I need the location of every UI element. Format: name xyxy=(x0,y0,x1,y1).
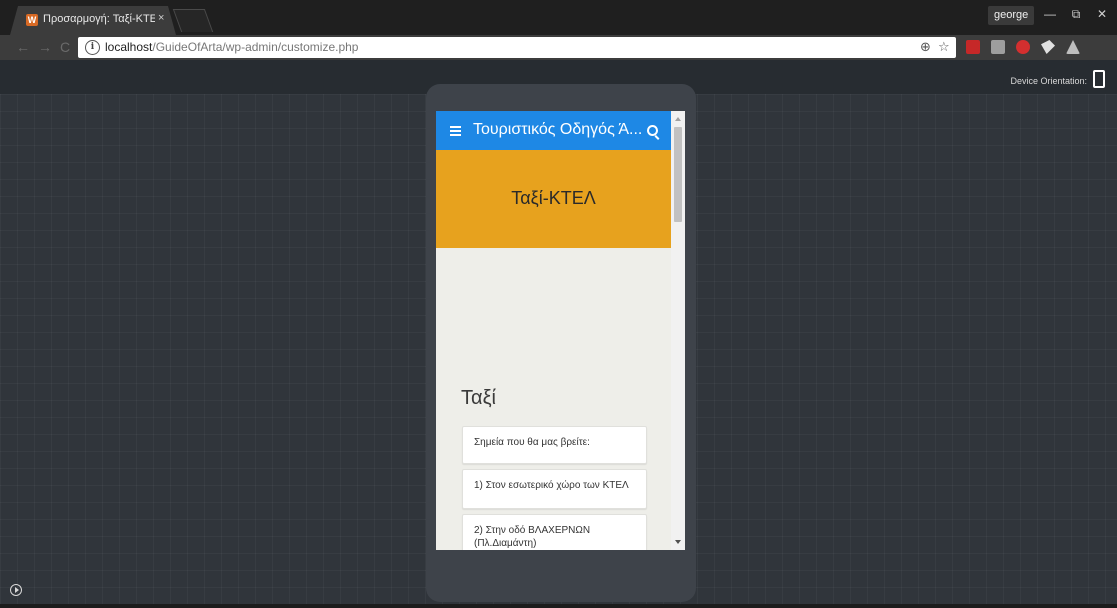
close-window-button[interactable]: ✕ xyxy=(1089,4,1115,24)
url-text: localhost/GuideOfArta/wp-admin/customize… xyxy=(105,40,359,54)
page-hero: Ταξί-ΚΤΕΛ xyxy=(436,150,671,248)
restore-button[interactable]: ⧉ xyxy=(1063,4,1089,24)
extension-s-icon[interactable] xyxy=(991,40,1005,54)
info-icon[interactable]: i xyxy=(85,40,100,55)
new-tab-button[interactable] xyxy=(172,9,214,32)
star-icon[interactable]: ☆ xyxy=(938,39,950,55)
info-card: Σημεία που θα μας βρείτε: xyxy=(462,426,647,464)
browser-titlebar: W Προσαρμογή: Ταξί-ΚΤΕΛ × george — ⧉ ✕ xyxy=(0,0,1117,35)
opera-vpn-icon[interactable] xyxy=(1016,40,1030,54)
site-preview[interactable]: Τουριστικός Οδηγός Ά... Ταξί-ΚΤΕΛ Ταξί Σ… xyxy=(436,111,685,550)
scrollbar-thumb[interactable] xyxy=(674,127,682,222)
phone-orientation-icon[interactable] xyxy=(1093,70,1105,88)
page-title: Ταξί-ΚΤΕΛ xyxy=(511,188,596,208)
back-arrow-icon[interactable]: ← xyxy=(16,39,30,56)
expand-sidebar-icon[interactable] xyxy=(10,584,22,596)
device-orientation-label: Device Orientation: xyxy=(1010,76,1087,86)
site-header: Τουριστικός Οδηγός Ά... xyxy=(436,111,671,150)
scroll-down-arrow-icon[interactable] xyxy=(675,540,681,544)
site-title[interactable]: Τουριστικός Οδηγός Ά... xyxy=(473,121,642,139)
browser-toolbar: ← → C i localhost/GuideOfArta/wp-admin/c… xyxy=(0,35,1117,60)
zoom-icon[interactable]: ⊕ xyxy=(920,39,931,55)
tab-title: Προσαρμογή: Ταξί-ΚΤΕΛ xyxy=(43,13,155,25)
tab-close-icon[interactable]: × xyxy=(158,12,164,24)
forward-arrow-icon[interactable]: → xyxy=(38,39,52,56)
minimize-button[interactable]: — xyxy=(1037,4,1063,24)
extension-red-icon[interactable] xyxy=(966,40,980,54)
drive-icon[interactable] xyxy=(1066,40,1080,54)
card-text: Σημεία που θα μας βρείτε: xyxy=(474,437,590,448)
preview-scrollbar[interactable] xyxy=(671,111,685,550)
extension-tools-icon[interactable] xyxy=(1041,40,1055,54)
section-heading: Ταξί xyxy=(461,387,496,409)
scroll-up-arrow-icon[interactable] xyxy=(675,117,681,121)
card-text: 1) Στον εσωτερικό χώρο των ΚΤΕΛ xyxy=(474,480,629,491)
search-icon[interactable] xyxy=(647,125,658,136)
profile-button[interactable]: george xyxy=(988,6,1035,25)
wordpress-favicon-icon: W xyxy=(26,14,38,26)
reload-icon[interactable]: C xyxy=(60,39,70,56)
info-card: 2) Στην οδό ΒΛΑΧΕΡΝΩΝ (Πλ.Διαμάντη) xyxy=(462,514,647,550)
info-card: 1) Στον εσωτερικό χώρο των ΚΤΕΛ xyxy=(462,469,647,509)
hamburger-icon[interactable] xyxy=(450,126,461,128)
address-bar[interactable]: i localhost/GuideOfArta/wp-admin/customi… xyxy=(78,37,956,58)
browser-tab[interactable]: W Προσαρμογή: Ταξί-ΚΤΕΛ × xyxy=(10,6,176,35)
card-text: 2) Στην οδό ΒΛΑΧΕΡΝΩΝ (Πλ.Διαμάντη) xyxy=(474,525,591,549)
taskbar-edge xyxy=(0,604,1117,608)
